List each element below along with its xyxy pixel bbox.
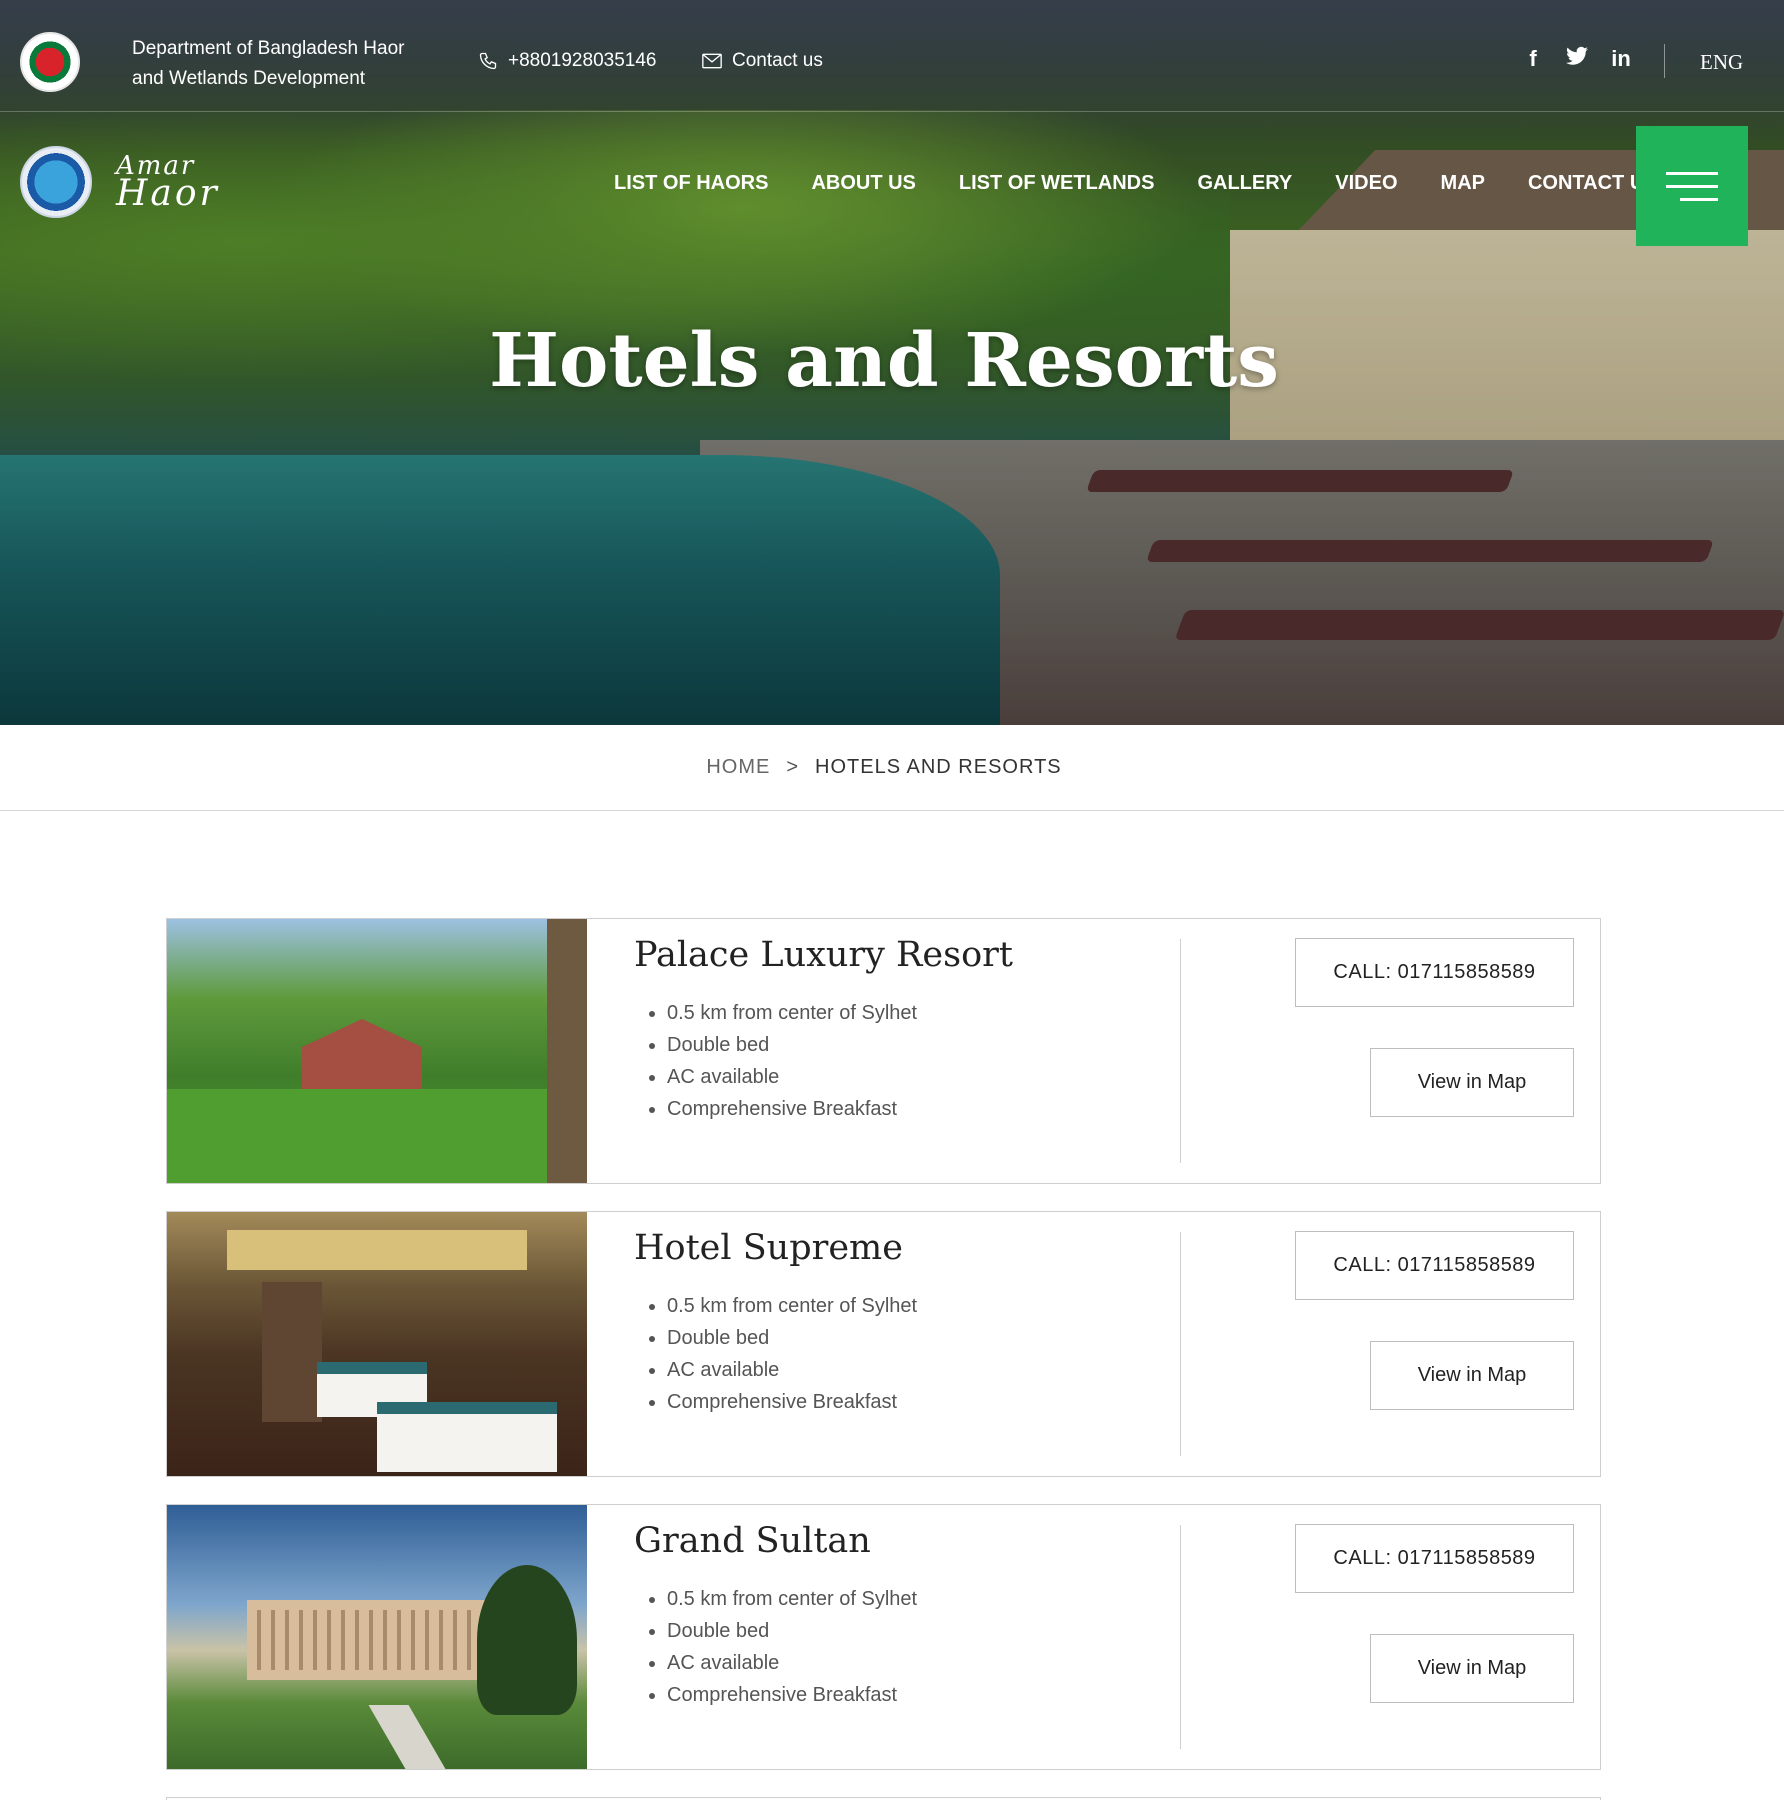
feature-item: AC available [667, 1647, 917, 1679]
feature-item: Double bed [667, 1322, 917, 1354]
hotel-name[interactable]: Grand Sultan [634, 1521, 871, 1561]
brand-line-2: Haor [116, 173, 220, 214]
facebook-icon[interactable]: f [1522, 46, 1544, 72]
photo-tree [477, 1565, 577, 1715]
breadcrumb-separator: > [786, 756, 800, 778]
menu-button[interactable] [1636, 126, 1748, 246]
top-bar: Department of Bangladesh Haor and Wetlan… [0, 0, 1784, 112]
card-divider [1180, 1232, 1181, 1456]
hotel-photo[interactable] [167, 1505, 587, 1769]
breadcrumb: HOME > HOTELS AND RESORTS [0, 725, 1784, 811]
photo-curtain [262, 1282, 322, 1422]
call-button[interactable]: CALL: 017115858589 [1295, 938, 1574, 1007]
hamburger-icon [1666, 172, 1718, 175]
photo-bed [377, 1402, 557, 1472]
language-switch[interactable]: ENG [1700, 50, 1743, 75]
main-nav: LIST OF HAORS ABOUT US LIST OF WETLANDS … [614, 172, 1701, 195]
hotel-features: 0.5 km from center of Sylhet Double bed … [667, 1290, 917, 1418]
view-in-map-button[interactable]: View in Map [1370, 1341, 1574, 1410]
phone-number: +8801928035146 [508, 50, 657, 71]
feature-item: Comprehensive Breakfast [667, 1679, 917, 1711]
feature-item: Double bed [667, 1029, 917, 1061]
breadcrumb-current: HOTELS AND RESORTS [815, 756, 1062, 778]
feature-item: 0.5 km from center of Sylhet [667, 1583, 917, 1615]
feature-item: 0.5 km from center of Sylhet [667, 997, 917, 1029]
nav-video[interactable]: VIDEO [1335, 172, 1397, 195]
photo-ceiling [227, 1230, 527, 1270]
hamburger-icon [1666, 185, 1718, 188]
nav-gallery[interactable]: GALLERY [1197, 172, 1292, 195]
feature-item: Double bed [667, 1615, 917, 1647]
photo-lodge [302, 1019, 422, 1089]
department-name: Department of Bangladesh Haor and Wetlan… [132, 38, 405, 89]
hotel-features: 0.5 km from center of Sylhet Double bed … [667, 1583, 917, 1711]
hotel-photo[interactable] [167, 919, 587, 1183]
feature-item: Comprehensive Breakfast [667, 1386, 917, 1418]
nav-list-of-haors[interactable]: LIST OF HAORS [614, 172, 768, 195]
mail-icon [702, 53, 722, 69]
photo-tree-trunk [547, 919, 587, 1183]
hotel-features: 0.5 km from center of Sylhet Double bed … [667, 997, 917, 1125]
nav-about-us[interactable]: ABOUT US [811, 172, 915, 195]
social-links: f in [1522, 46, 1632, 72]
hotel-card: Hotel Supreme 0.5 km from center of Sylh… [166, 1211, 1601, 1477]
topbar-divider [1664, 44, 1665, 78]
page-title: Hotels and Resorts [489, 318, 1279, 404]
hero-banner: Department of Bangladesh Haor and Wetlan… [0, 0, 1784, 725]
hotel-name[interactable]: Palace Luxury Resort [634, 935, 1013, 975]
feature-item: AC available [667, 1061, 917, 1093]
photo-building [247, 1600, 497, 1680]
feature-item: AC available [667, 1354, 917, 1386]
hotel-card: Grand Sultan 0.5 km from center of Sylhe… [166, 1504, 1601, 1770]
photo-path [368, 1705, 446, 1769]
phone-icon [479, 52, 497, 70]
brand-wordmark[interactable]: Amar Haor [116, 152, 220, 214]
call-button[interactable]: CALL: 017115858589 [1295, 1231, 1574, 1300]
twitter-icon[interactable] [1566, 46, 1588, 72]
view-in-map-button[interactable]: View in Map [1370, 1048, 1574, 1117]
hotel-name[interactable]: Hotel Supreme [634, 1228, 903, 1268]
breadcrumb-home[interactable]: HOME [706, 756, 770, 779]
feature-item: Comprehensive Breakfast [667, 1093, 917, 1125]
nav-map[interactable]: MAP [1441, 172, 1485, 195]
nav-list-of-wetlands[interactable]: LIST OF WETLANDS [959, 172, 1155, 195]
contact-label: Contact us [732, 50, 823, 71]
hotel-card: Palace Luxury Resort 0.5 km from center … [166, 918, 1601, 1184]
view-in-map-button[interactable]: View in Map [1370, 1634, 1574, 1703]
feature-item: 0.5 km from center of Sylhet [667, 1290, 917, 1322]
call-button[interactable]: CALL: 017115858589 [1295, 1524, 1574, 1593]
card-divider [1180, 939, 1181, 1163]
hotel-photo[interactable] [167, 1212, 587, 1476]
photo-lawn [167, 1089, 547, 1183]
linkedin-icon[interactable]: in [1610, 46, 1632, 72]
contact-link[interactable]: Contact us [702, 50, 823, 72]
hamburger-icon [1680, 198, 1718, 201]
government-logo[interactable] [20, 32, 80, 92]
card-divider [1180, 1525, 1181, 1749]
phone-link[interactable]: +8801928035146 [478, 50, 656, 72]
site-logo[interactable] [20, 146, 92, 218]
